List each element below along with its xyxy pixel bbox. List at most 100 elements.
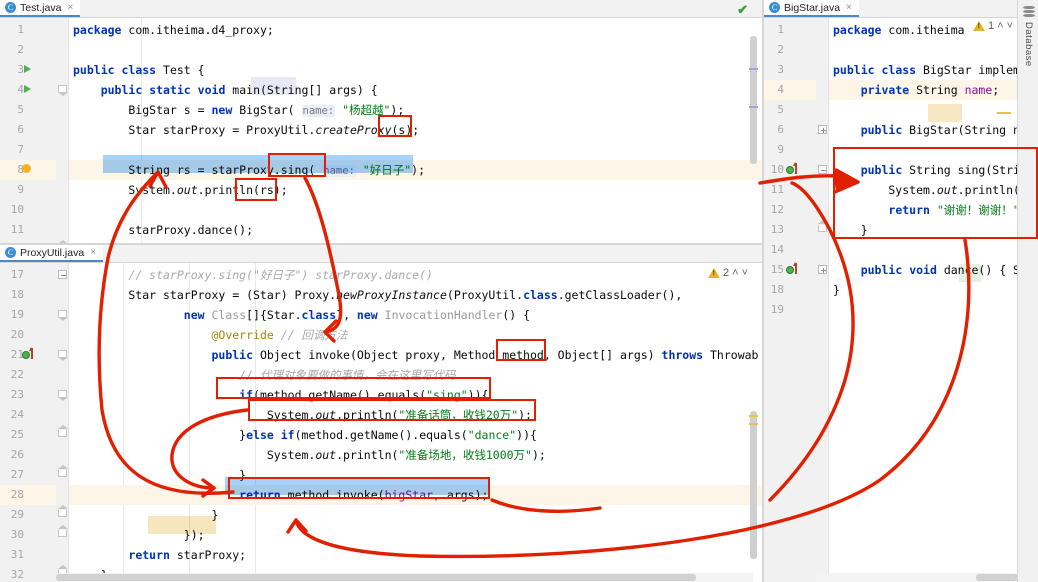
code-fold-toggle-arrowup[interactable] xyxy=(58,425,68,437)
line-number[interactable]: 1 xyxy=(764,20,816,40)
line-number[interactable]: 2 xyxy=(0,40,56,60)
line-number[interactable]: 18 xyxy=(764,280,816,300)
code-fold-toggle-arrowdn[interactable] xyxy=(58,390,68,401)
vertical-scrollbar-proxyutil[interactable] xyxy=(749,285,758,568)
line-number[interactable]: 13 xyxy=(764,220,816,240)
line-number[interactable]: 15 xyxy=(764,260,816,280)
line-number[interactable]: 18 xyxy=(0,285,56,305)
horizontal-scrollbar-bigstar[interactable] xyxy=(816,573,1017,582)
line-number[interactable]: 19 xyxy=(764,300,816,320)
line-number[interactable]: 2 xyxy=(764,40,816,60)
code-line[interactable]: new Class[]{Star.class}, new InvocationH… xyxy=(69,305,762,325)
inspection-widget-test[interactable]: ✔ xyxy=(737,2,748,18)
code-line[interactable]: return "谢谢！谢谢！"; xyxy=(829,200,1017,220)
code-line[interactable]: public BigStar(String na xyxy=(829,120,1017,140)
vertical-scrollbar-test[interactable] xyxy=(749,36,758,243)
code-line[interactable]: public Object invoke(Object proxy, Metho… xyxy=(69,345,762,365)
code-line[interactable]: System.out.println("准备话筒，收钱20万"); xyxy=(69,405,762,425)
horizontal-scrollbar-proxyutil[interactable] xyxy=(56,573,753,582)
tool-window-button-database[interactable]: Database xyxy=(1018,6,1038,67)
line-number-gutter-bigstar[interactable]: 1 2 3 4 5 6 9 10 11 12 13 14 15 18 19 xyxy=(764,18,816,582)
code-line[interactable] xyxy=(829,40,1017,60)
code-line[interactable]: public String sing(Strin xyxy=(829,160,1017,180)
code-area-test[interactable]: package com.itheima.d4_proxy;public clas… xyxy=(69,18,762,245)
code-line[interactable]: System.out.println(" xyxy=(829,180,1017,200)
code-fold-toggle-arrowup[interactable] xyxy=(58,505,68,517)
code-line[interactable]: // starProxy.sing("好日子") starProxy.dance… xyxy=(69,265,762,285)
line-number[interactable]: 30 xyxy=(0,525,56,545)
line-number[interactable]: 12 xyxy=(764,200,816,220)
fold-gutter-test[interactable] xyxy=(56,18,69,245)
code-line[interactable]: } xyxy=(69,505,762,525)
line-number[interactable]: 3 xyxy=(0,60,56,80)
line-number[interactable]: 29 xyxy=(0,505,56,525)
code-line[interactable]: package com.itheima.d4_proxy; xyxy=(69,20,762,40)
code-line[interactable]: }); xyxy=(69,525,762,545)
code-line[interactable] xyxy=(69,140,762,160)
line-number[interactable]: 11 xyxy=(764,180,816,200)
implemented-method-icon[interactable] xyxy=(22,351,30,359)
line-number[interactable]: 10 xyxy=(764,160,816,180)
line-number[interactable]: 4 xyxy=(764,80,816,100)
override-arrow-icon[interactable] xyxy=(29,347,33,359)
close-icon[interactable]: × xyxy=(846,2,852,13)
code-line[interactable]: starProxy.dance(); xyxy=(69,220,762,240)
code-line[interactable]: } xyxy=(829,280,1017,300)
code-line[interactable]: public class BigStar impleme xyxy=(829,60,1017,80)
code-line[interactable] xyxy=(829,240,1017,260)
override-arrow-icon[interactable] xyxy=(793,262,797,274)
line-number[interactable]: 10 xyxy=(0,200,56,220)
code-line[interactable] xyxy=(69,200,762,220)
code-line[interactable]: return method.invoke(bigStar, args); xyxy=(69,485,762,505)
code-area-bigstar[interactable]: package com.itheima public class BigStar … xyxy=(829,18,1017,582)
close-icon[interactable]: × xyxy=(67,2,73,13)
line-number[interactable]: 9 xyxy=(0,180,56,200)
line-number[interactable]: 14 xyxy=(764,240,816,260)
code-line[interactable]: Star starProxy = ProxyUtil.createProxy(s… xyxy=(69,120,762,140)
code-line[interactable] xyxy=(829,100,1017,120)
scrollbar-thumb[interactable] xyxy=(750,411,757,559)
line-number[interactable]: 6 xyxy=(0,120,56,140)
close-icon[interactable]: × xyxy=(90,247,96,258)
line-number[interactable]: 6 xyxy=(764,120,816,140)
line-number[interactable]: 4 xyxy=(0,80,56,100)
scrollbar-thumb[interactable] xyxy=(56,574,696,581)
implemented-method-icon[interactable] xyxy=(786,166,794,174)
line-number[interactable]: 8 xyxy=(0,160,56,180)
line-number[interactable]: 11 xyxy=(0,220,56,240)
fold-gutter-proxyutil[interactable] xyxy=(56,263,69,582)
line-number[interactable]: 3 xyxy=(764,60,816,80)
code-fold-toggle-arrowup[interactable] xyxy=(818,220,828,232)
line-number[interactable]: 5 xyxy=(764,100,816,120)
code-line[interactable] xyxy=(829,300,1017,320)
fold-gutter-bigstar[interactable] xyxy=(816,18,829,582)
code-line[interactable]: System.out.println("准备场地，收钱1000万"); xyxy=(69,445,762,465)
tab-proxyutil-java[interactable]: C ProxyUtil.java × xyxy=(0,245,104,262)
editor-splitter-horizontal[interactable] xyxy=(0,243,762,245)
line-number[interactable]: 28 xyxy=(0,485,56,505)
code-line[interactable] xyxy=(829,140,1017,160)
run-icon[interactable] xyxy=(24,65,31,73)
tab-test-java[interactable]: C Test.java × xyxy=(0,0,81,17)
run-icon[interactable] xyxy=(24,85,31,93)
line-number[interactable]: 23 xyxy=(0,385,56,405)
line-number[interactable]: 25 xyxy=(0,425,56,445)
chevron-up-icon[interactable]: ˄ xyxy=(997,20,1003,32)
code-fold-toggle-minus[interactable] xyxy=(818,165,827,174)
code-fold-toggle-plus[interactable] xyxy=(818,125,827,134)
code-area-proxyutil[interactable]: // starProxy.sing("好日子") starProxy.dance… xyxy=(69,263,762,582)
code-line[interactable]: public class Test { xyxy=(69,60,762,80)
line-number[interactable]: 22 xyxy=(0,365,56,385)
code-fold-toggle-plus[interactable] xyxy=(818,265,827,274)
chevron-down-icon[interactable]: ˅ xyxy=(1007,20,1013,32)
code-fold-toggle-arrowdn[interactable] xyxy=(58,310,68,321)
inspection-widget-proxyutil[interactable]: 2 ˄ ˅ xyxy=(708,267,748,279)
line-number-gutter-proxyutil[interactable]: 17 18 19 20 21 22 23 24 25 26 27 28 29 30 31 32 xyxy=(0,263,56,582)
code-line[interactable]: if(method.getName().equals("sing")){ xyxy=(69,385,762,405)
line-number[interactable]: 20 xyxy=(0,325,56,345)
line-number[interactable]: 26 xyxy=(0,445,56,465)
inspection-widget-bigstar[interactable]: 1 ˄ ˅ xyxy=(973,20,1013,32)
code-line[interactable]: // 代理对象要做的事情，会在这里写代码 xyxy=(69,365,762,385)
line-number[interactable]: 7 xyxy=(0,140,56,160)
chevron-down-icon[interactable]: ˅ xyxy=(742,267,748,279)
